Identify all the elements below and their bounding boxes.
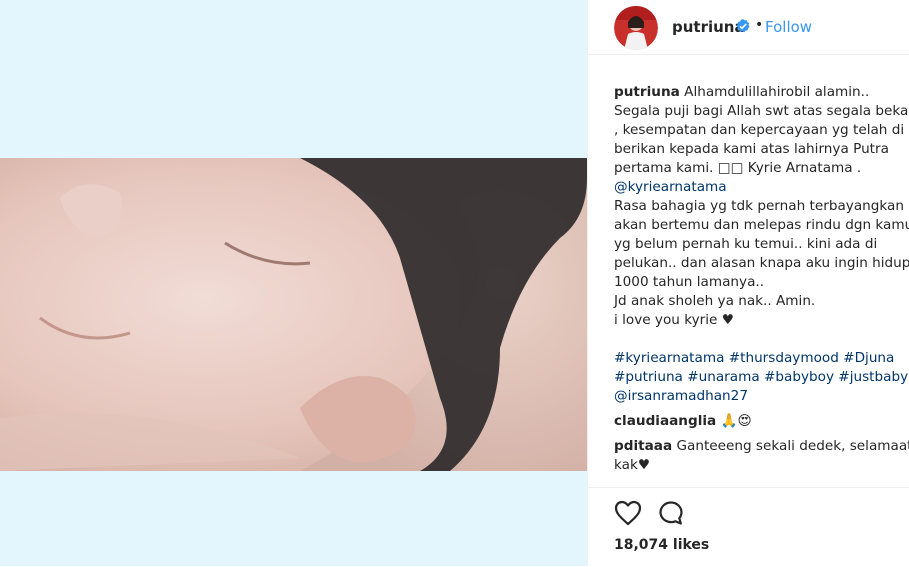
caption-line: akan bertemu dan melepas rindu dgn kamu xyxy=(614,217,909,233)
caption-line: berikan kepada kami atas lahirnya Putra xyxy=(614,141,889,157)
caption-gap xyxy=(614,330,909,349)
caption-line: Jd anak sholeh ya nak.. Amin. xyxy=(614,293,816,309)
verified-badge-icon xyxy=(736,18,750,33)
post-actions: 18,074 likes xyxy=(588,487,909,567)
caption-line: Alhamdulillahirobil alamin.. xyxy=(684,84,870,100)
caption: putriuna Alhamdulillahirobil alamin.. Se… xyxy=(614,83,909,406)
caption-line: 1000 tahun lamanya.. xyxy=(614,274,765,290)
header-username[interactable]: putriuna xyxy=(672,18,745,36)
follow-button[interactable]: Follow xyxy=(765,18,812,36)
post-photo xyxy=(0,158,587,471)
caption-line: Segala puji bagi Allah swt atas segala b… xyxy=(614,103,909,119)
post-sidebar: putriuna • Follow putriuna Alhamdulillah… xyxy=(587,0,909,566)
comment-text-continued: kak♥ xyxy=(614,457,651,473)
hashtag-links[interactable]: #kyriearnatama #thursdaymood #Djuna xyxy=(614,349,909,368)
caption-line: pelukan.. dan alasan knapa aku ingin hid… xyxy=(614,255,909,271)
separator-dot: • xyxy=(755,17,764,33)
caption-username[interactable]: putriuna xyxy=(614,84,680,100)
post-media[interactable] xyxy=(0,0,587,566)
comment-item: pditaaa Ganteeeng sekali dedek, selamaat… xyxy=(614,437,909,475)
speech-bubble-icon[interactable] xyxy=(658,500,684,526)
caption-line: , kesempatan dan kepercayaan yg telah di xyxy=(614,122,905,138)
avatar[interactable] xyxy=(614,6,658,50)
comment-username[interactable]: claudiaanglia xyxy=(614,413,716,429)
mention-link[interactable]: @kyriearnatama xyxy=(614,178,909,197)
comment-text: Ganteeeng sekali dedek, selamaat xyxy=(676,438,909,454)
post-header: putriuna • Follow xyxy=(588,0,909,55)
likes-count[interactable]: 18,074 likes xyxy=(614,537,709,553)
comments-list: putriuna Alhamdulillahirobil alamin.. Se… xyxy=(614,83,909,475)
caption-line: i love you kyrie ♥ xyxy=(614,312,734,328)
mention-link[interactable]: @irsanramadhan27 xyxy=(614,387,909,406)
comment-text: 🙏😍 xyxy=(720,413,752,429)
caption-line: yg belum pernah ku temui.. kini ada di xyxy=(614,236,878,252)
caption-line: pertama kami. □□ Kyrie Arnatama . xyxy=(614,160,862,176)
comment-item: claudiaanglia 🙏😍 xyxy=(614,412,909,431)
caption-line: Rasa bahagia yg tdk pernah terbayangkan xyxy=(614,198,904,214)
hashtag-links[interactable]: #putriuna #unarama #babyboy #justbaby xyxy=(614,368,909,387)
comment-username[interactable]: pditaaa xyxy=(614,438,672,454)
heart-outline-icon[interactable] xyxy=(614,500,642,526)
